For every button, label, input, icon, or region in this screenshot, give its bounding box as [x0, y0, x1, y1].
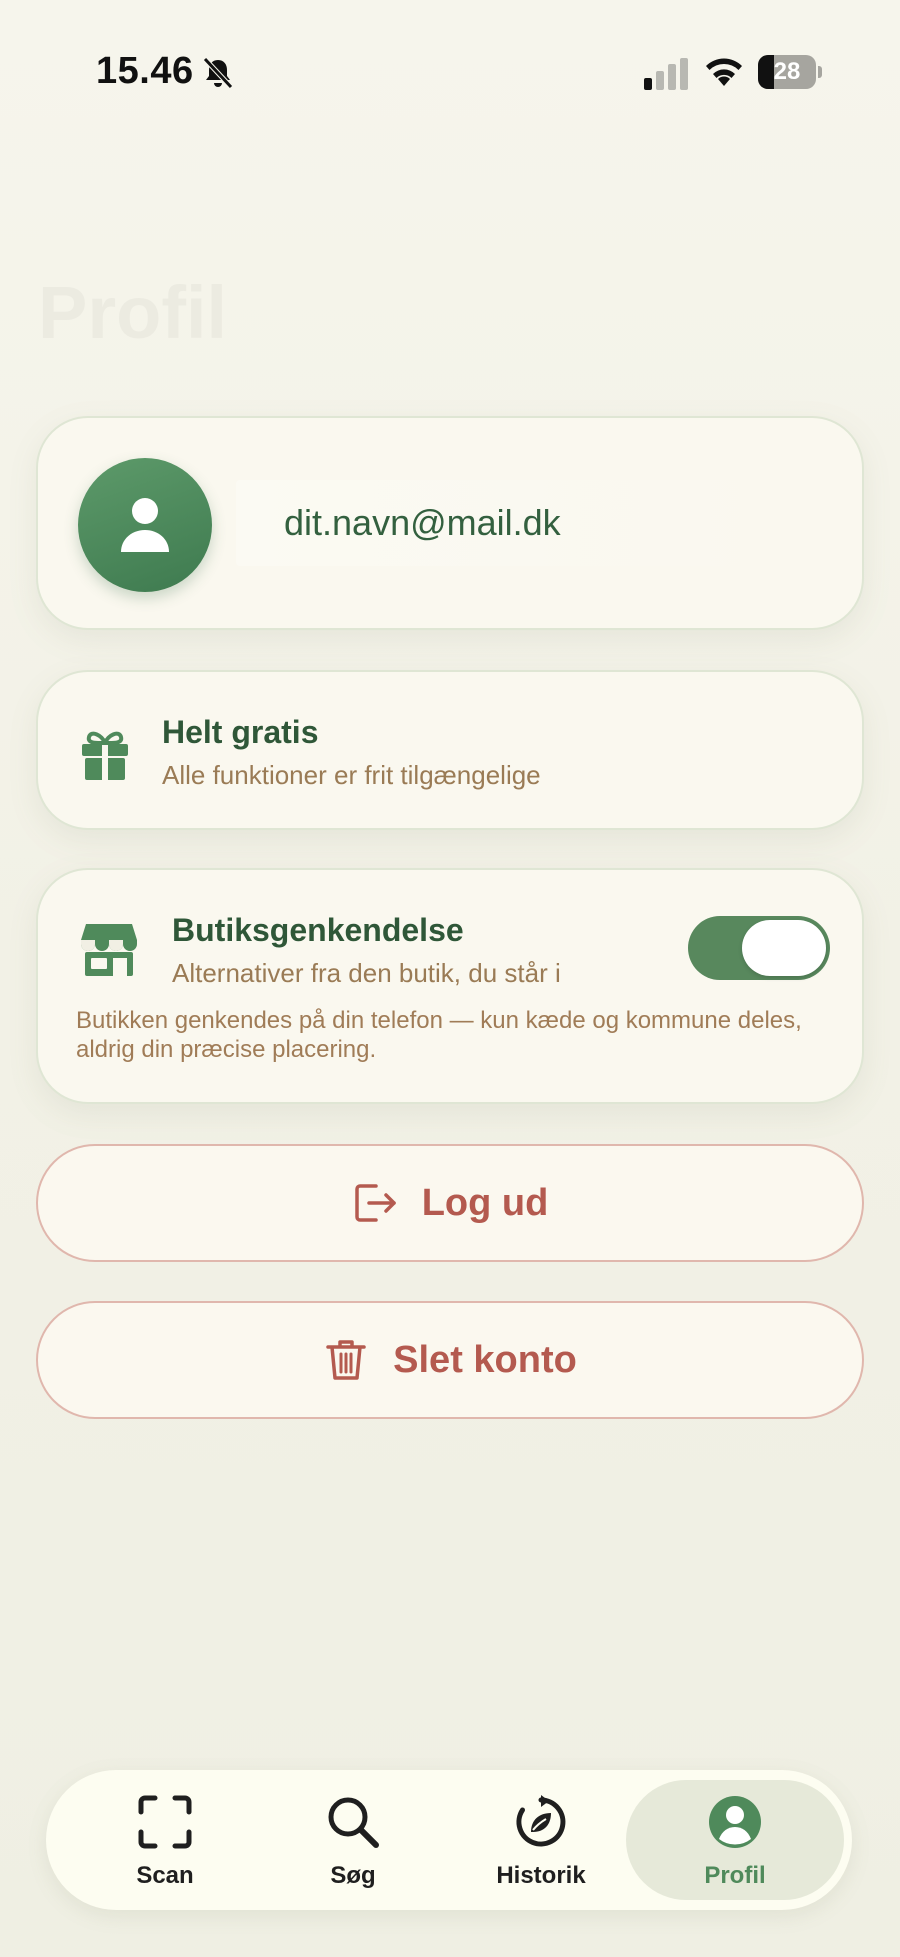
- tab-profile[interactable]: Profil: [626, 1780, 844, 1900]
- history-icon: [516, 1795, 566, 1847]
- cellular-signal-icon: [644, 58, 688, 90]
- tab-bar: Scan Søg Historik Profil: [46, 1770, 852, 1910]
- tab-history[interactable]: Historik: [446, 1780, 636, 1900]
- profile-icon: [709, 1796, 761, 1848]
- avatar: [78, 458, 212, 592]
- delete-account-label: Slet konto: [393, 1338, 577, 1381]
- free-plan-card: Helt gratis Alle funktioner er frit tilg…: [36, 670, 864, 830]
- tab-profile-label: Profil: [704, 1862, 766, 1889]
- trash-icon: [326, 1340, 366, 1380]
- profile-screen: 15.46 28 Profil dit.navn@mail.dk Helt gr…: [0, 0, 900, 1957]
- profile-card: dit.navn@mail.dk: [36, 416, 864, 630]
- scan-icon: [138, 1795, 192, 1849]
- user-icon: [121, 498, 169, 552]
- store-recognition-toggle[interactable]: [688, 916, 830, 980]
- battery-percentage: 28: [773, 58, 801, 85]
- toggle-knob: [742, 920, 826, 976]
- tab-history-label: Historik: [496, 1862, 586, 1889]
- page-title: Profil: [38, 271, 228, 354]
- email-field: dit.navn@mail.dk: [236, 480, 776, 566]
- tab-scan-label: Scan: [136, 1862, 194, 1889]
- store-recognition-card: Butiksgenkendelse Alternativer fra den b…: [36, 868, 864, 1104]
- tab-scan[interactable]: Scan: [70, 1780, 260, 1900]
- logout-label: Log ud: [421, 1181, 549, 1224]
- delete-account-button[interactable]: Slet konto: [36, 1301, 864, 1419]
- free-plan-title: Helt gratis: [162, 714, 319, 750]
- logout-icon: [354, 1184, 396, 1222]
- email-text: dit.navn@mail.dk: [284, 502, 561, 543]
- wifi-icon: [706, 58, 742, 86]
- tab-search[interactable]: Søg: [258, 1780, 448, 1900]
- battery-icon: 28: [758, 55, 822, 91]
- store-recognition-subtitle: Alternativer fra den butik, du står i: [172, 958, 561, 988]
- logout-button[interactable]: Log ud: [36, 1144, 864, 1262]
- bell-muted-icon: [203, 57, 233, 89]
- free-plan-subtitle: Alle funktioner er frit tilgængelige: [162, 760, 541, 790]
- gift-icon: [82, 731, 128, 780]
- store-recognition-description: Butikken genkendes på din telefon — kun …: [76, 1007, 802, 1063]
- search-icon: [328, 1797, 379, 1848]
- store-recognition-title: Butiksgenkendelse: [172, 912, 464, 948]
- store-icon: [81, 924, 137, 976]
- status-time: 15.46: [96, 50, 194, 92]
- tab-search-label: Søg: [330, 1862, 376, 1889]
- status-bar: 15.46 28: [0, 0, 900, 140]
